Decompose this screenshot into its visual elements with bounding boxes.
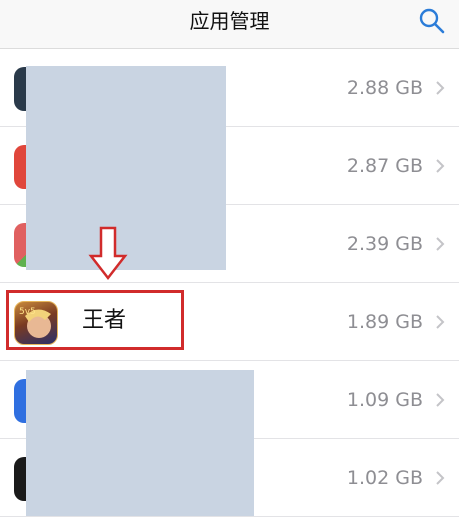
page-title: 应用管理 — [189, 9, 270, 33]
chevron-right-icon — [433, 151, 447, 181]
app-size: 1.09 GB — [346, 389, 423, 411]
app-size: 2.87 GB — [346, 155, 423, 177]
chevron-right-icon — [433, 73, 447, 103]
app-size: 1.02 GB — [346, 467, 423, 489]
down-arrow-icon — [88, 226, 128, 282]
app-size: 1.89 GB — [346, 311, 423, 333]
chevron-right-icon — [433, 307, 447, 337]
highlight-box — [6, 290, 184, 350]
search-icon[interactable] — [417, 6, 447, 36]
chevron-right-icon — [433, 463, 447, 493]
chevron-right-icon — [433, 229, 447, 259]
app-size: 2.88 GB — [346, 77, 423, 99]
app-size: 2.39 GB — [346, 233, 423, 255]
redaction-block-bottom — [26, 370, 254, 516]
chevron-right-icon — [433, 385, 447, 415]
nav-bar: 应用管理 — [0, 0, 459, 49]
